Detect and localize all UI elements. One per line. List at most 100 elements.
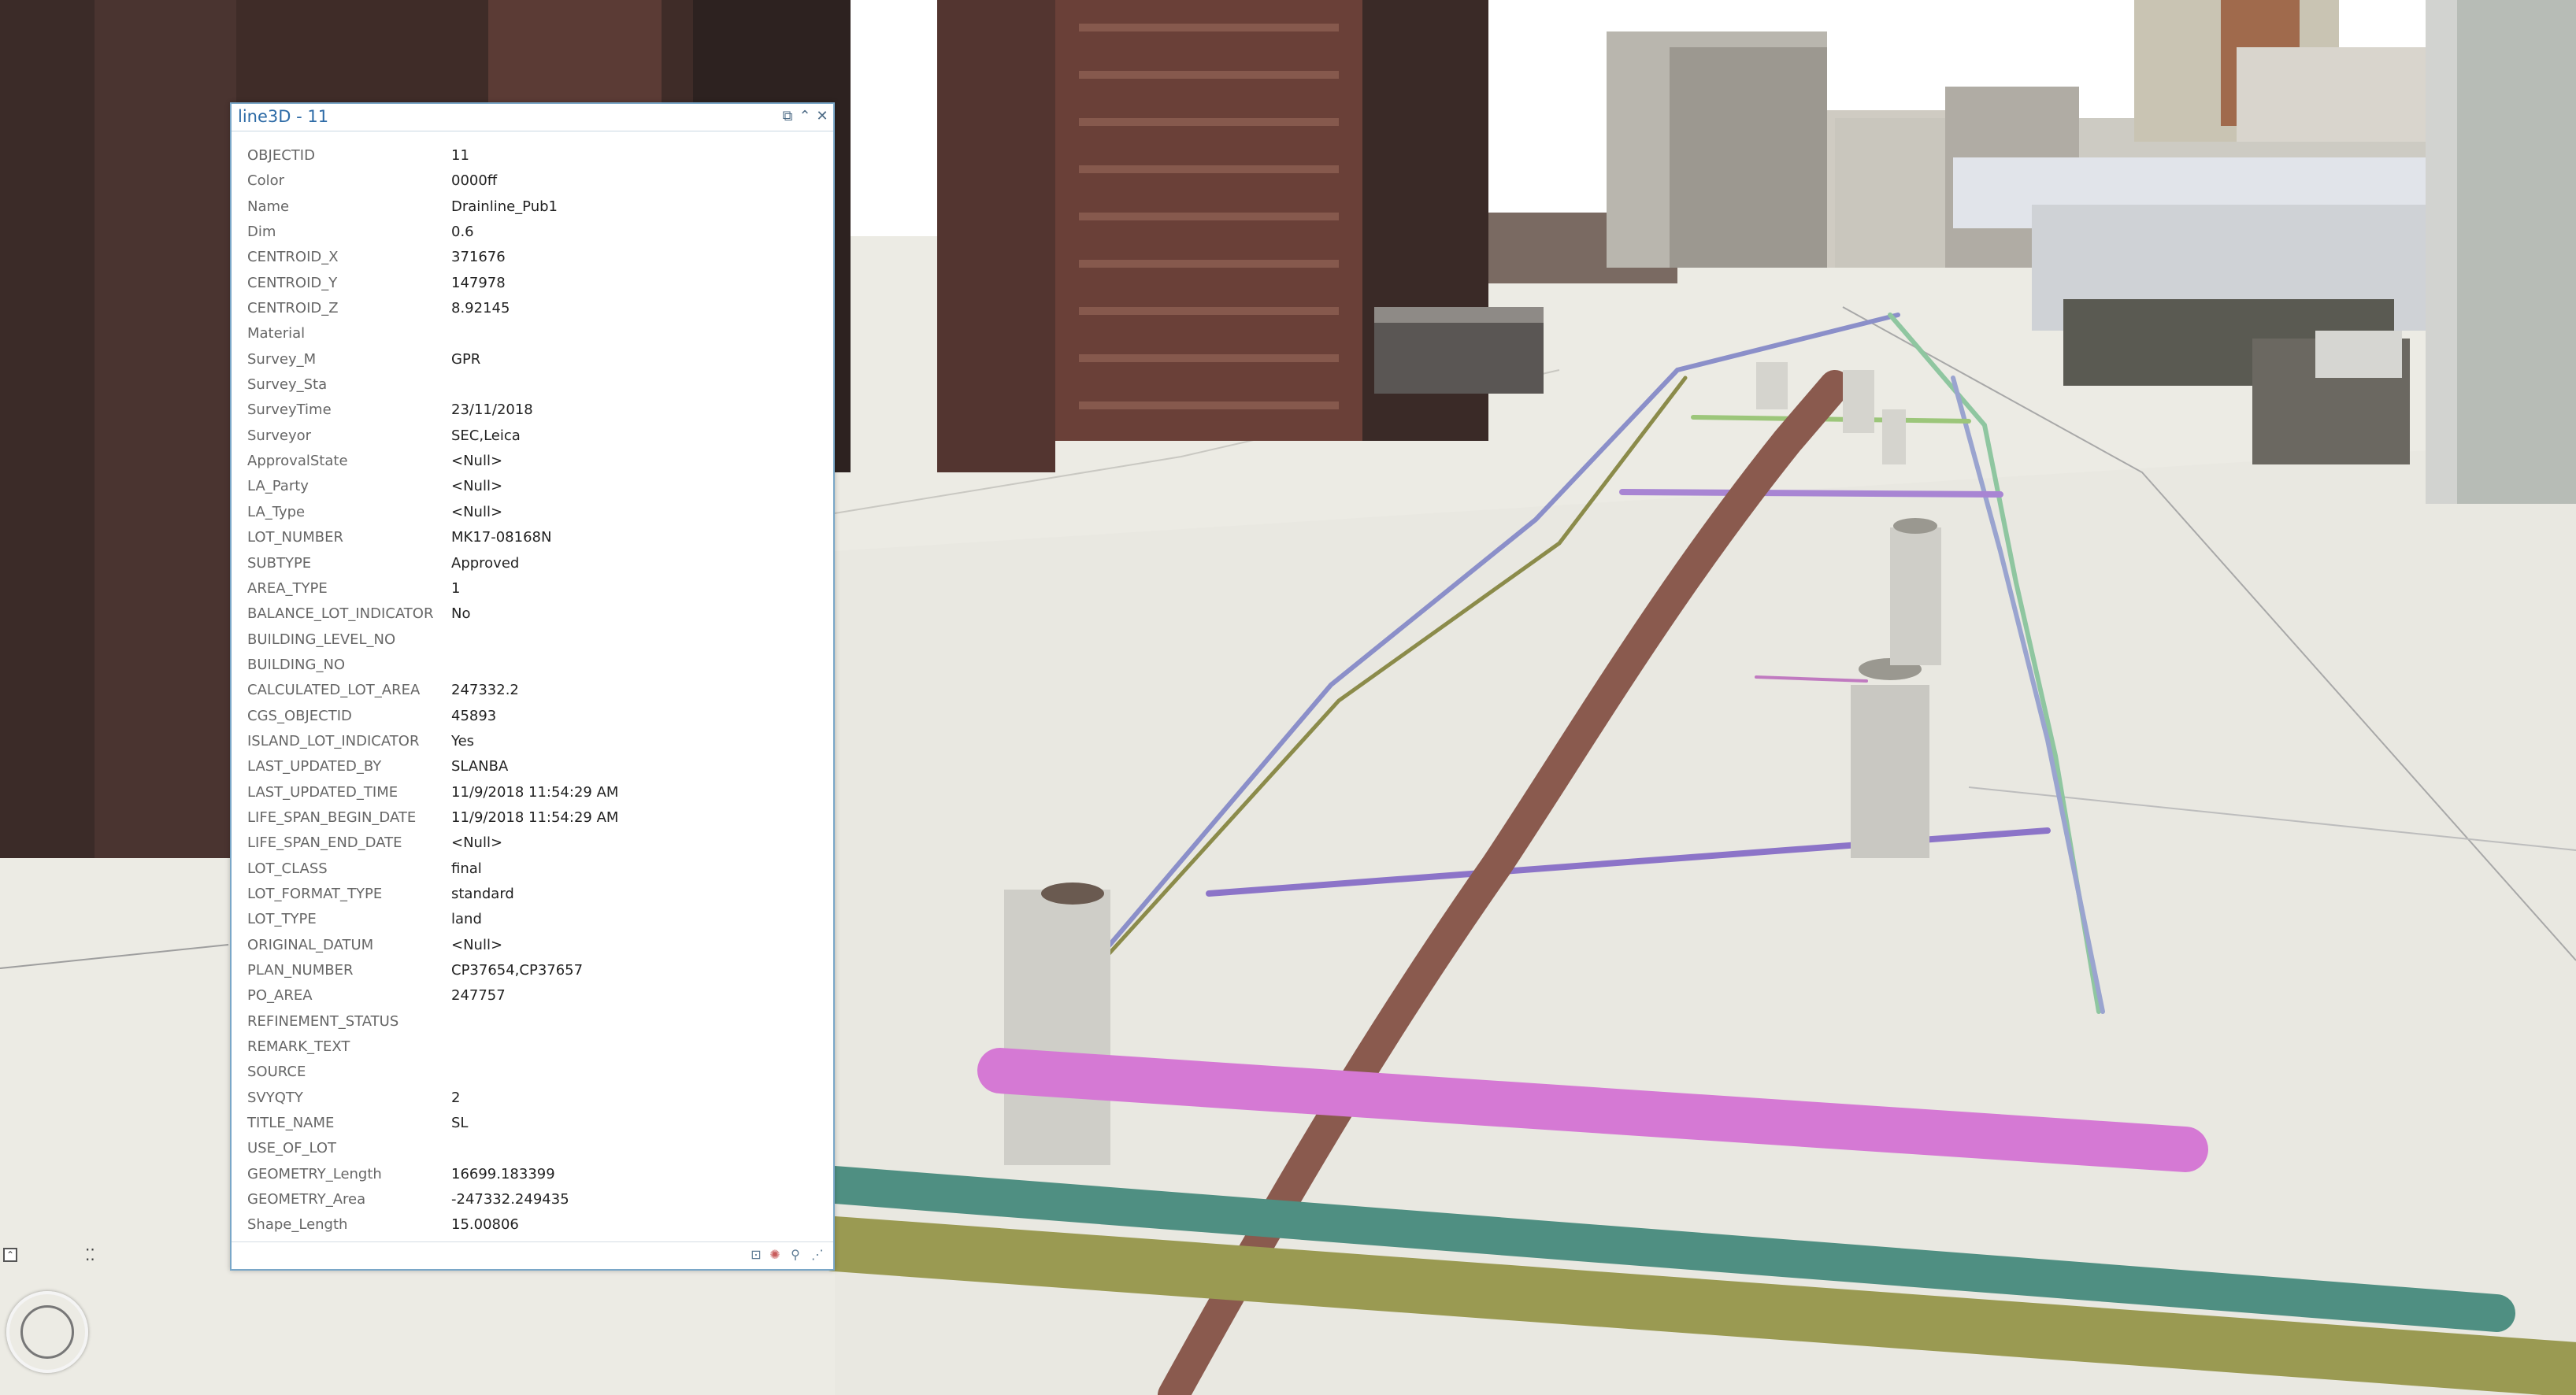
attribute-field-name: Color	[247, 172, 284, 190]
attribute-field-value: GPR	[451, 350, 481, 368]
attribute-row: BALANCE_LOT_INDICATOR No	[247, 601, 825, 627]
attribute-row: GEOMETRY_Area -247332.249435	[247, 1187, 825, 1212]
attribute-field-name: LIFE_SPAN_END_DATE	[247, 834, 402, 852]
attribute-field-name: LA_Party	[247, 478, 309, 495]
collapse-icon[interactable]: ⌃	[796, 108, 814, 125]
close-icon[interactable]: ✕	[814, 108, 831, 125]
attribute-field-value: No	[451, 605, 471, 623]
attribute-row: LIFE_SPAN_END_DATE <Null>	[247, 831, 825, 856]
attribute-row: Shape_Length 15.00806	[247, 1212, 825, 1238]
attribute-row: ApprovalState <Null>	[247, 449, 825, 474]
attribute-field-value: 8.92145	[451, 300, 510, 317]
attribute-row: CENTROID_X 371676	[247, 245, 825, 270]
attribute-row: CALCULATED_LOT_AREA 247332.2	[247, 678, 825, 703]
attribute-field-name: LA_Type	[247, 503, 306, 520]
flash-icon[interactable]: ✺	[767, 1247, 783, 1263]
attribute-field-value: land	[451, 911, 482, 928]
attribute-row: SurveyTime 23/11/2018	[247, 398, 825, 423]
attribute-field-name: PO_AREA	[247, 987, 313, 1005]
attribute-field-name: Shape_Length	[247, 1216, 348, 1234]
attribute-row: SVYQTY 2	[247, 1086, 825, 1111]
attribute-field-name: CENTROID_Z	[247, 300, 339, 317]
attribute-field-value: 23/11/2018	[451, 401, 533, 419]
attribute-field-name: TITLE_NAME	[247, 1115, 335, 1132]
attribute-row: TITLE_NAME SL	[247, 1111, 825, 1136]
attribute-field-value: 45893	[451, 707, 497, 724]
attribute-field-name: LAST_UPDATED_BY	[247, 758, 382, 775]
popout-icon[interactable]: ⧉	[779, 108, 796, 125]
attribute-row: SUBTYPE Approved	[247, 551, 825, 576]
zoom-to-icon[interactable]: ⊡	[748, 1247, 764, 1263]
attribute-field-name: GEOMETRY_Area	[247, 1191, 366, 1208]
attribute-field-value: 11/9/2018 11:54:29 AM	[451, 783, 619, 801]
attribute-field-name: PLAN_NUMBER	[247, 962, 354, 979]
attribute-field-name: CALCULATED_LOT_AREA	[247, 682, 421, 699]
attribute-field-name: REMARK_TEXT	[247, 1038, 350, 1056]
attribute-field-name: CENTROID_X	[247, 249, 339, 266]
attribute-row: GEOMETRY_Length 16699.183399	[247, 1162, 825, 1187]
attribute-field-value: 15.00806	[451, 1216, 519, 1234]
attribute-field-name: SVYQTY	[247, 1089, 303, 1106]
popup-title: line3D - 11	[238, 107, 329, 126]
search-icon[interactable]: ⚲	[788, 1247, 803, 1263]
attribute-field-name: CENTROID_Y	[247, 274, 338, 291]
attribute-row: USE_OF_LOT	[247, 1136, 825, 1161]
attribute-field-value: -247332.249435	[451, 1191, 569, 1208]
navigator-ring[interactable]	[20, 1305, 74, 1359]
attribute-field-value: standard	[451, 885, 514, 902]
attribute-row: BUILDING_NO	[247, 653, 825, 678]
attribute-field-name: ApprovalState	[247, 453, 348, 470]
expand-navigator-icon[interactable]: ⌃	[3, 1248, 17, 1262]
navigator-grip-icon[interactable]: ⁚⁚	[85, 1245, 95, 1264]
attribute-field-name: BUILDING_LEVEL_NO	[247, 631, 396, 648]
attribute-field-value: final	[451, 860, 482, 877]
attribute-row: AREA_TYPE 1	[247, 576, 825, 601]
attribute-field-name: SUBTYPE	[247, 554, 312, 572]
attribute-row: Color 0000ff	[247, 168, 825, 194]
attribute-row: LOT_CLASS final	[247, 857, 825, 882]
attribute-row: CGS_OBJECTID 45893	[247, 704, 825, 729]
attribute-row: REMARK_TEXT	[247, 1034, 825, 1060]
attribute-field-name: LOT_FORMAT_TYPE	[247, 885, 383, 902]
attribute-row: LAST_UPDATED_BY SLANBA	[247, 754, 825, 779]
attribute-field-value: 11/9/2018 11:54:29 AM	[451, 809, 619, 826]
attribute-field-name: USE_OF_LOT	[247, 1140, 337, 1157]
attribute-row: BUILDING_LEVEL_NO	[247, 627, 825, 653]
attribute-row: Material	[247, 321, 825, 346]
attribute-field-value: Yes	[451, 732, 475, 749]
attribute-row: LIFE_SPAN_BEGIN_DATE 11/9/2018 11:54:29 A…	[247, 805, 825, 831]
attribute-field-value: MK17-08168N	[451, 529, 552, 546]
attribute-field-value: 371676	[451, 249, 506, 266]
attribute-field-name: CGS_OBJECTID	[247, 707, 352, 724]
attribute-field-name: Name	[247, 198, 290, 215]
attribute-field-name: BALANCE_LOT_INDICATOR	[247, 605, 434, 623]
attribute-field-name: Survey_Sta	[247, 376, 328, 394]
attribute-field-value: SLANBA	[451, 758, 509, 775]
navigator-icon[interactable]	[6, 1291, 88, 1373]
attribute-row: LA_Party <Null>	[247, 474, 825, 499]
attribute-field-value: 0.6	[451, 224, 474, 241]
attribute-field-name: LAST_UPDATED_TIME	[247, 783, 398, 801]
attribute-row: Surveyor SEC,Leica	[247, 424, 825, 449]
popup-footer: ⊡ ✺ ⚲ ⋰	[232, 1241, 833, 1269]
attribute-row: Name Drainline_Pub1	[247, 194, 825, 220]
attribute-field-value: <Null>	[451, 478, 503, 495]
attribute-field-value: SL	[451, 1115, 469, 1132]
attribute-popup[interactable]: line3D - 11 ⧉ ⌃ ✕ OBJECTID 11 Color 0000ff N…	[230, 102, 835, 1271]
resize-grip-icon[interactable]: ⋰	[810, 1247, 825, 1263]
attribute-row: LOT_FORMAT_TYPE standard	[247, 882, 825, 907]
attribute-field-value: CP37654,CP37657	[451, 962, 584, 979]
attribute-row: SOURCE	[247, 1060, 825, 1085]
attribute-field-value: <Null>	[451, 453, 503, 470]
attribute-row: REFINEMENT_STATUS	[247, 1009, 825, 1034]
attribute-row: LAST_UPDATED_TIME 11/9/2018 11:54:29 AM	[247, 780, 825, 805]
attribute-field-name: LIFE_SPAN_BEGIN_DATE	[247, 809, 417, 826]
attribute-field-name: LOT_NUMBER	[247, 529, 343, 546]
attribute-field-name: SurveyTime	[247, 401, 332, 419]
popup-header[interactable]: line3D - 11 ⧉ ⌃ ✕	[232, 104, 833, 131]
attribute-field-name: Surveyor	[247, 427, 312, 444]
attribute-field-name: SOURCE	[247, 1064, 306, 1081]
attribute-field-name: OBJECTID	[247, 147, 315, 164]
attribute-field-value: 11	[451, 147, 469, 164]
attribute-row: Survey_M GPR	[247, 347, 825, 372]
